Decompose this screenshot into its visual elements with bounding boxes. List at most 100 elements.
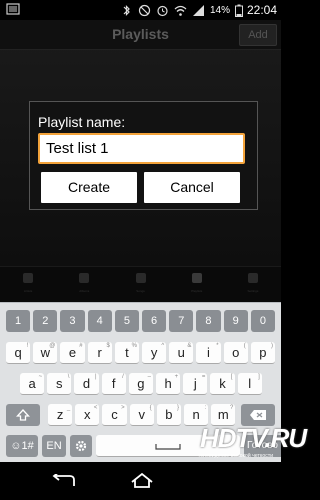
key-3[interactable]: 3: [60, 310, 85, 332]
key-alt-symbol: |: [95, 374, 97, 380]
key-k[interactable]: k[: [210, 373, 235, 395]
key-label: t: [125, 345, 129, 360]
backspace-icon: [250, 410, 266, 421]
key-y[interactable]: y ^: [142, 342, 167, 364]
key-f[interactable]: f /: [101, 373, 126, 395]
key-alt-symbol: *: [216, 343, 219, 349]
key-4[interactable]: 4: [87, 310, 112, 332]
key-label: 5: [123, 315, 130, 327]
key-c[interactable]: c >: [102, 404, 127, 426]
keyboard-settings-key[interactable]: [70, 435, 92, 457]
key-0[interactable]: 0: [250, 310, 275, 332]
key-label: 0: [259, 315, 266, 327]
key-q[interactable]: q!: [6, 342, 31, 364]
key-d[interactable]: d |: [74, 373, 99, 395]
key-j[interactable]: j =: [183, 373, 208, 395]
back-icon[interactable]: [52, 474, 76, 488]
key-v[interactable]: v{: [129, 404, 154, 426]
key-o[interactable]: o(: [223, 342, 248, 364]
tab-playlists[interactable]: Playlists: [169, 267, 225, 302]
playlist-name-input[interactable]: Test list 1: [38, 133, 245, 164]
shift-key[interactable]: [6, 404, 40, 426]
key-alt-symbol: ~: [38, 374, 43, 380]
key-label: j: [193, 376, 197, 391]
tab-label: Songs: [136, 289, 145, 293]
key-alt-symbol: ): [270, 343, 273, 349]
symbols-key[interactable]: ☺1#: [6, 435, 38, 457]
tab-songs[interactable]: Songs: [112, 267, 168, 302]
home-icon[interactable]: [130, 472, 154, 488]
settings-icon: [247, 273, 258, 283]
key-alt-symbol: }: [176, 405, 179, 411]
space-bar-icon: [155, 443, 181, 450]
watermark-logo: HDTV.RU: [200, 423, 307, 453]
create-button[interactable]: Create: [41, 172, 137, 203]
key-label: y: [150, 345, 158, 360]
key-alt-symbol: @: [49, 343, 56, 349]
key-e[interactable]: e #: [60, 342, 85, 364]
key-p[interactable]: p): [250, 342, 275, 364]
key-label: l: [248, 376, 252, 391]
key-alt-symbol: _: [66, 405, 71, 411]
key-label: f: [111, 376, 116, 391]
key-alt-symbol: ?: [230, 405, 234, 411]
key-h[interactable]: h +: [156, 373, 181, 395]
tab-artists[interactable]: Artists: [0, 267, 56, 302]
key-a[interactable]: a ~: [20, 373, 45, 395]
key-alt-symbol: [: [230, 374, 233, 380]
mute-icon: [138, 4, 151, 16]
key-t[interactable]: t%: [114, 342, 139, 364]
key-alt-symbol: $: [106, 343, 110, 349]
site-watermark: HDTV.RU телевидение высокой четкости: [198, 423, 307, 468]
music-note-icon: [135, 273, 146, 283]
key-8[interactable]: 8: [196, 310, 221, 332]
tab-label: Playlists: [191, 289, 203, 293]
tab-albums[interactable]: Albums: [56, 267, 112, 302]
key-l[interactable]: l]: [237, 373, 262, 395]
key-z[interactable]: z _: [48, 404, 73, 426]
key-label: 9: [232, 315, 239, 327]
clock: 22:04: [246, 3, 277, 17]
add-playlist-button[interactable]: Add: [239, 24, 277, 46]
key-b[interactable]: b}: [156, 404, 181, 426]
key-alt-symbol: ]: [258, 374, 260, 380]
language-key[interactable]: EN: [42, 435, 66, 457]
action-bar: Playlists Add: [0, 20, 281, 50]
key-label: p: [259, 345, 267, 360]
key-5[interactable]: 5: [114, 310, 139, 332]
key-u[interactable]: u &: [169, 342, 194, 364]
key-7[interactable]: 7: [169, 310, 194, 332]
key-alt-symbol: :: [204, 405, 207, 411]
key-label: m: [217, 407, 229, 422]
playlist-icon: [191, 273, 202, 283]
wifi-icon: [174, 5, 187, 16]
tab-settings[interactable]: Settings: [225, 267, 281, 302]
key-label: b: [165, 407, 173, 422]
key-x[interactable]: x <: [75, 404, 100, 426]
alarm-icon: [157, 5, 168, 16]
key-6[interactable]: 6: [142, 310, 167, 332]
key-w[interactable]: w @: [33, 342, 58, 364]
key-s[interactable]: s \: [47, 373, 72, 395]
key-label: c: [111, 407, 118, 422]
key-label: z: [56, 407, 64, 422]
key-9[interactable]: 9: [223, 310, 248, 332]
gear-icon: [75, 440, 87, 452]
signal-icon: [192, 4, 204, 16]
key-2[interactable]: 2: [33, 310, 58, 332]
key-1[interactable]: 1: [6, 310, 31, 332]
key-label: r: [97, 345, 102, 360]
key-i[interactable]: i *: [196, 342, 221, 364]
key-alt-symbol: <: [93, 405, 98, 411]
key-label: d: [82, 376, 91, 391]
cancel-button[interactable]: Cancel: [144, 172, 240, 203]
key-alt-symbol: %: [131, 343, 137, 349]
key-label: 6: [151, 315, 158, 327]
key-g[interactable]: g –: [128, 373, 153, 395]
shift-arrow-icon: [16, 409, 30, 421]
key-label: 3: [69, 315, 76, 327]
key-r[interactable]: r $: [87, 342, 112, 364]
key-alt-symbol: (: [243, 343, 246, 349]
key-label: 4: [96, 315, 103, 327]
battery-percent: 14%: [209, 4, 230, 16]
